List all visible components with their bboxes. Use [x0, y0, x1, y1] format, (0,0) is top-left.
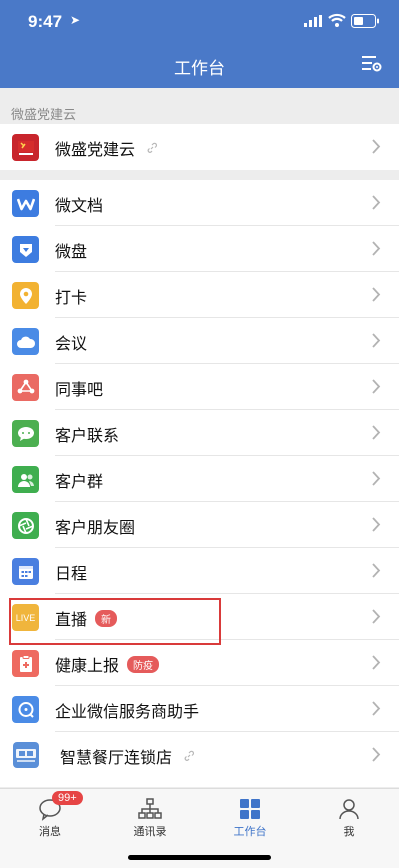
- apps-list: 微文档 微盘 打卡 会议 同事吧 客户联系 客户群 客户朋友圈 日程 LIVE …: [0, 180, 399, 787]
- app-label: 日程: [55, 564, 88, 583]
- chevron-right-icon: [372, 195, 381, 210]
- home-indicator: [128, 855, 271, 860]
- status-bar: 9:47 ➤: [0, 0, 399, 44]
- live-icon: LIVE: [12, 604, 39, 631]
- app-label: 打卡: [55, 288, 88, 307]
- location-arrow-icon: ➤: [70, 13, 81, 27]
- shutter-icon: [12, 512, 39, 539]
- tab-label: 消息: [39, 825, 61, 838]
- tab-workbench[interactable]: 工作台: [200, 789, 300, 849]
- app-label: 微盘: [55, 242, 88, 261]
- message-count-badge: 99+: [52, 791, 83, 805]
- chevron-right-icon: [372, 609, 381, 624]
- wifi-icon: [328, 13, 346, 27]
- app-label: 客户群: [55, 472, 104, 491]
- chevron-right-icon: [372, 517, 381, 532]
- cellular-signal-icon: [304, 15, 322, 27]
- app-row-moments[interactable]: 客户朋友圈: [0, 502, 399, 548]
- tab-contacts[interactable]: 通讯录: [100, 789, 200, 849]
- app-label: 微盛党建云: [55, 140, 136, 159]
- app-label: 企业微信服务商助手: [55, 702, 200, 721]
- app-row-drive[interactable]: 微盘: [0, 226, 399, 272]
- chevron-right-icon: [372, 747, 381, 762]
- app-row-checkin[interactable]: 打卡: [0, 272, 399, 318]
- tab-messages[interactable]: 99+ 消息: [0, 789, 100, 849]
- person-icon: [339, 799, 359, 820]
- app-row-docs[interactable]: 微文档: [0, 180, 399, 226]
- app-label: 健康上报: [55, 656, 120, 675]
- app-row-smart-restaurant[interactable]: 智慧餐厅连锁店: [0, 732, 399, 778]
- app-label: 会议: [55, 334, 88, 353]
- app-label: 直播: [55, 610, 88, 629]
- chevron-right-icon: [372, 471, 381, 486]
- epidemic-badge: 防疫: [127, 656, 160, 673]
- chevron-right-icon: [372, 333, 381, 348]
- app-row-health-report[interactable]: 健康上报 防疫: [0, 640, 399, 686]
- party-group: 微盛党建云: [0, 124, 399, 170]
- battery-icon: [351, 14, 379, 28]
- section-label: 微盛党建云: [11, 108, 77, 123]
- app-header: 9:47 ➤ 工作台: [0, 0, 399, 88]
- app-row-colleagues[interactable]: 同事吧: [0, 364, 399, 410]
- tab-label: 我: [343, 825, 355, 838]
- doc-icon: [12, 190, 39, 217]
- weisheng-logo-icon: [13, 742, 39, 768]
- tab-label: 工作台: [233, 825, 267, 838]
- tab-me[interactable]: 我: [299, 789, 399, 849]
- chevron-right-icon: [372, 425, 381, 440]
- share-icon: [12, 374, 39, 401]
- chevron-right-icon: [372, 241, 381, 256]
- app-label: 微文档: [55, 196, 104, 215]
- org-chart-icon: [138, 798, 162, 819]
- link-icon: [147, 142, 158, 153]
- group-icon: [12, 466, 39, 493]
- calendar-icon: [12, 558, 39, 585]
- app-row-customer-group[interactable]: 客户群: [0, 456, 399, 502]
- app-label: 同事吧: [55, 380, 104, 399]
- chevron-right-icon: [372, 139, 381, 154]
- drive-icon: [12, 236, 39, 263]
- app-label: 客户朋友圈: [55, 518, 136, 537]
- app-row-party-cloud[interactable]: 微盛党建云: [0, 124, 399, 170]
- status-time: 9:47: [28, 12, 63, 31]
- health-report-icon: [12, 650, 39, 677]
- app-label: 智慧餐厅连锁店: [60, 748, 173, 767]
- grid-icon: [240, 799, 260, 819]
- app-row-schedule[interactable]: 日程: [0, 548, 399, 594]
- location-pin-icon: [12, 282, 39, 309]
- chevron-right-icon: [372, 655, 381, 670]
- chevron-right-icon: [372, 379, 381, 394]
- app-row-provider-assistant[interactable]: 企业微信服务商助手: [0, 686, 399, 732]
- tab-label: 通讯录: [133, 825, 167, 838]
- chevron-right-icon: [372, 701, 381, 716]
- chevron-right-icon: [372, 563, 381, 578]
- party-flag-icon: [12, 134, 39, 161]
- assistant-icon: [12, 696, 39, 723]
- chevron-right-icon: [372, 287, 381, 302]
- app-label: 客户联系: [55, 426, 120, 445]
- cloud-icon: [12, 328, 39, 355]
- app-row-meeting[interactable]: 会议: [0, 318, 399, 364]
- app-row-customer-contact[interactable]: 客户联系: [0, 410, 399, 456]
- new-badge: 新: [95, 610, 118, 627]
- app-row-live[interactable]: LIVE 直播新: [0, 594, 399, 640]
- page-title: 工作台: [174, 59, 225, 79]
- link-icon: [184, 750, 195, 761]
- chat-icon: [12, 420, 39, 447]
- manage-settings-icon[interactable]: [361, 54, 383, 74]
